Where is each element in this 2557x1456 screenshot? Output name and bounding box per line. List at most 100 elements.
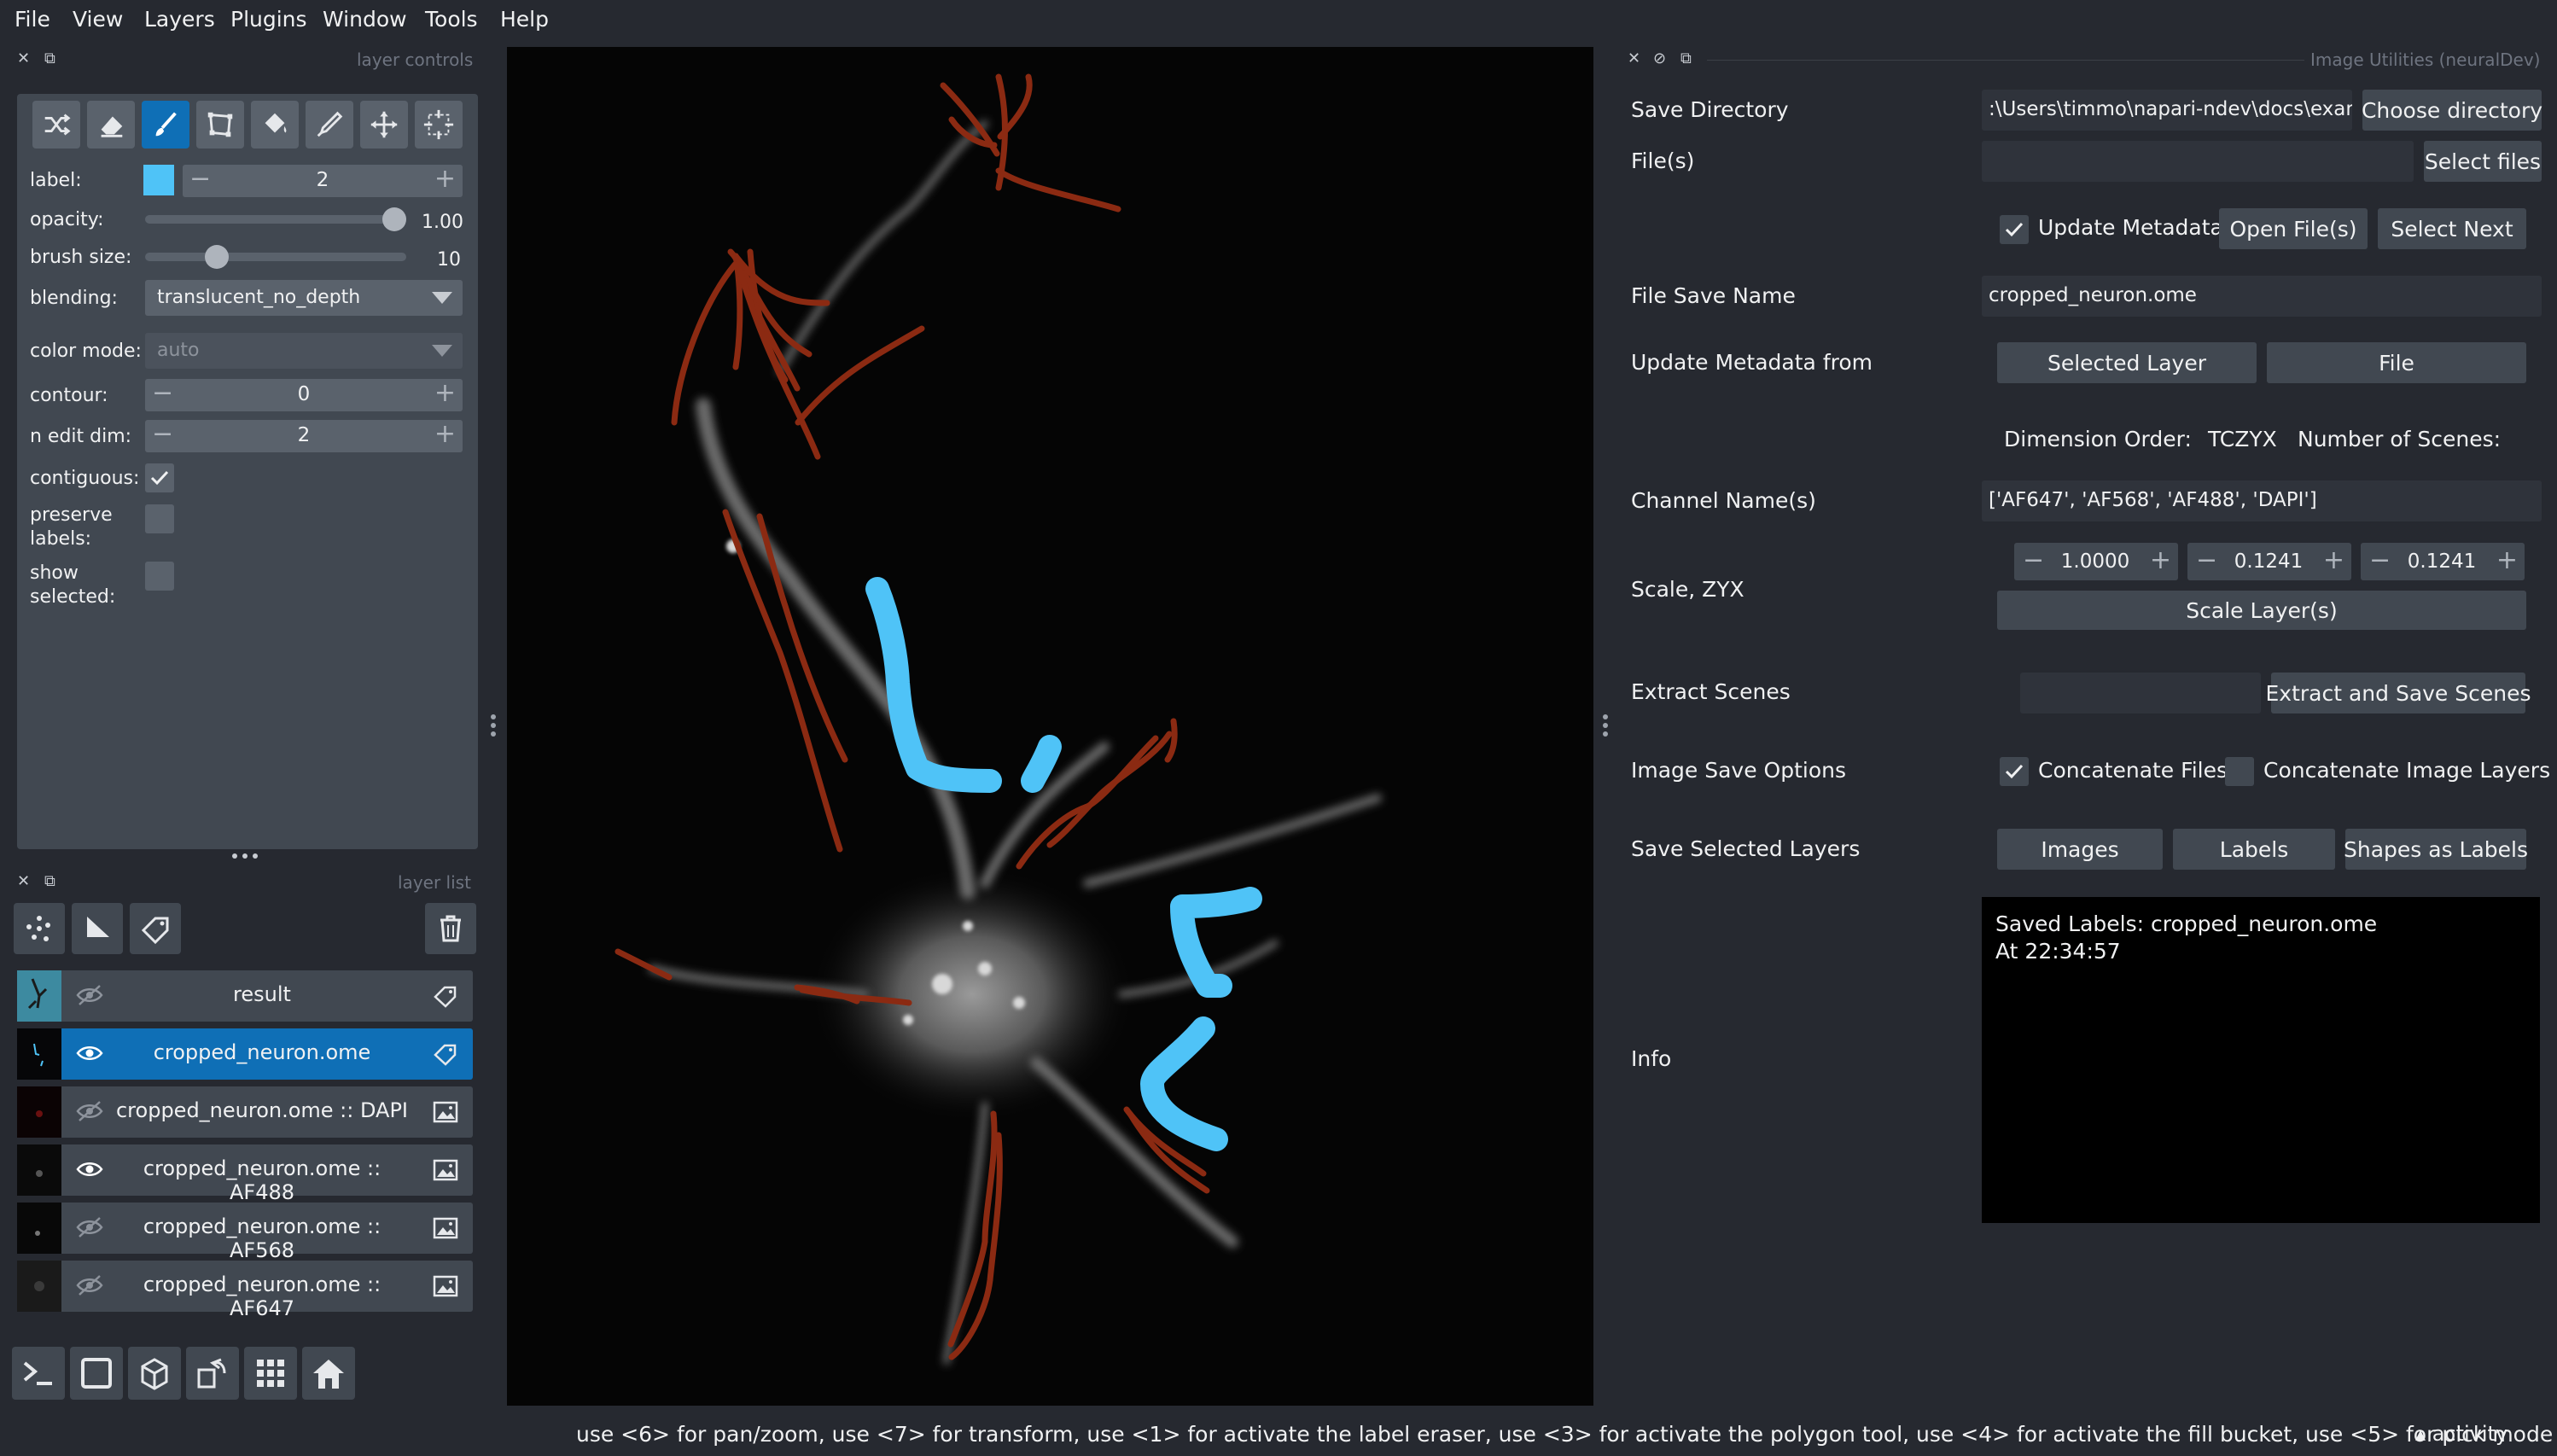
update-metadata-from-label: Update Metadata from [1631, 350, 1873, 375]
layer-row-af568[interactable]: cropped_neuron.ome :: AF568 [17, 1203, 473, 1262]
new-shapes-button[interactable] [72, 903, 123, 954]
transpose-button[interactable] [186, 1347, 239, 1400]
eye-open-icon[interactable] [75, 1040, 104, 1066]
dock-hide-icon[interactable]: ⊘ [1653, 50, 1666, 67]
minus-icon[interactable]: − [152, 420, 173, 449]
polygon-button[interactable] [196, 101, 244, 149]
new-labels-button[interactable] [130, 903, 181, 954]
new-points-button[interactable] [14, 903, 65, 954]
pan-zoom-button[interactable] [360, 101, 408, 149]
file-button[interactable]: File [2267, 342, 2526, 383]
select-next-button[interactable]: Select Next [2378, 208, 2526, 249]
shuffle-colors-button[interactable] [32, 101, 80, 149]
choose-directory-button[interactable]: Choose directory [2362, 90, 2542, 131]
console-button[interactable] [12, 1347, 65, 1400]
label-spinbox[interactable]: − 2 + [183, 165, 463, 197]
layer-row-dapi[interactable]: cropped_neuron.ome :: DAPI [17, 1086, 473, 1138]
plus-icon[interactable]: + [434, 420, 456, 449]
select-files-button[interactable]: Select files [2424, 141, 2542, 182]
update-metadata-checkbox[interactable] [2000, 215, 2029, 244]
selected-layer-button[interactable]: Selected Layer [1997, 342, 2257, 383]
color-mode-dropdown[interactable]: auto [145, 333, 463, 369]
info-text-box[interactable]: Saved Labels: cropped_neuron.ome At 22:3… [1982, 897, 2540, 1223]
eye-closed-icon[interactable] [75, 1098, 104, 1124]
minus-icon[interactable]: − [2369, 546, 2391, 575]
contiguous-checkbox[interactable] [145, 463, 174, 492]
concatenate-image-layers-checkbox[interactable] [2225, 757, 2254, 786]
eye-closed-icon[interactable] [75, 982, 104, 1008]
layer-row-af647[interactable]: cropped_neuron.ome :: AF647 [17, 1261, 473, 1320]
label-color-swatch[interactable] [143, 165, 174, 195]
activity-button[interactable]: ▴ activity [2415, 1422, 2507, 1446]
save-shapes-as-labels-button[interactable]: Shapes as Labels [2344, 829, 2528, 870]
scale-layers-button[interactable]: Scale Layer(s) [1997, 591, 2526, 630]
eraser-button[interactable] [87, 101, 135, 149]
save-selected-layers-label: Save Selected Layers [1631, 836, 1861, 861]
canvas-splitter-right[interactable] [1603, 711, 1610, 740]
concatenate-files-checkbox[interactable] [2000, 757, 2029, 786]
dock-float-icon[interactable]: ⧉ [44, 50, 55, 67]
layer-row-cropped-neuron[interactable]: cropped_neuron.ome [17, 1028, 473, 1080]
save-labels-button[interactable]: Labels [2173, 829, 2335, 870]
minus-icon[interactable]: − [152, 379, 173, 408]
dock-float-icon[interactable]: ⧉ [44, 872, 55, 890]
menu-file[interactable]: File [15, 7, 50, 32]
extract-scenes-field[interactable] [2020, 673, 2261, 713]
eye-open-icon[interactable] [75, 1156, 104, 1182]
channel-names-field[interactable]: ['AF647', 'AF568', 'AF488', 'DAPI'] [1982, 480, 2542, 521]
save-directory-field[interactable]: :\Users\timmo\napari-ndev\docs\examples [1982, 90, 2352, 131]
save-images-button[interactable]: Images [1997, 829, 2163, 870]
menu-view[interactable]: View [73, 7, 123, 32]
canvas-splitter-left[interactable] [491, 711, 498, 740]
layer-row-af488[interactable]: cropped_neuron.ome :: AF488 [17, 1144, 473, 1204]
scale-y-spinbox[interactable]: − 0.1241 + [2187, 543, 2351, 580]
menu-help[interactable]: Help [500, 7, 549, 32]
file-save-name-field[interactable]: cropped_neuron.ome [1982, 276, 2542, 317]
blending-dropdown[interactable]: translucent_no_depth [145, 280, 463, 316]
menu-window[interactable]: Window [323, 7, 407, 32]
home-button[interactable] [302, 1347, 355, 1400]
dock-close-icon[interactable]: ✕ [1628, 50, 1640, 67]
ndisplay-button[interactable] [70, 1347, 123, 1400]
plus-icon[interactable]: + [2496, 546, 2518, 575]
plus-icon[interactable]: + [2150, 546, 2171, 575]
fill-bucket-button[interactable] [251, 101, 299, 149]
minus-icon[interactable]: − [189, 165, 211, 194]
paintbrush-button[interactable] [142, 101, 189, 149]
menu-plugins[interactable]: Plugins [230, 7, 307, 32]
menu-layers[interactable]: Layers [144, 7, 215, 32]
opacity-slider-handle[interactable] [382, 207, 406, 231]
eye-closed-icon[interactable] [75, 1273, 104, 1298]
transform-button[interactable] [415, 101, 463, 149]
files-field[interactable] [1982, 141, 2414, 182]
menu-tools[interactable]: Tools [425, 7, 478, 32]
scale-x-spinbox[interactable]: − 0.1241 + [2361, 543, 2525, 580]
brush-size-slider[interactable] [145, 253, 406, 261]
brush-size-slider-handle[interactable] [204, 245, 229, 269]
layer-name: result [233, 982, 291, 1006]
n-edit-dim-spinbox[interactable]: − 2 + [145, 420, 463, 452]
plus-icon[interactable]: + [2323, 546, 2344, 575]
contour-spinbox[interactable]: − 0 + [145, 379, 463, 411]
roll-axes-button[interactable] [128, 1347, 181, 1400]
eye-closed-icon[interactable] [75, 1214, 104, 1240]
minus-icon[interactable]: − [2023, 546, 2044, 575]
dock-close-icon[interactable]: ✕ [17, 50, 30, 67]
scale-z-spinbox[interactable]: − 1.0000 + [2014, 543, 2178, 580]
show-selected-checkbox[interactable] [145, 562, 174, 591]
color-picker-button[interactable] [306, 101, 353, 149]
dock-splitter-handle[interactable] [232, 853, 258, 859]
dock-float-icon[interactable]: ⧉ [1680, 50, 1692, 67]
grid-button[interactable] [244, 1347, 297, 1400]
delete-layer-button[interactable] [425, 903, 476, 954]
minus-icon[interactable]: − [2196, 546, 2217, 575]
plus-icon[interactable]: + [434, 165, 456, 194]
open-files-button[interactable]: Open File(s) [2219, 208, 2368, 249]
extract-save-scenes-button[interactable]: Extract and Save Scenes [2265, 673, 2531, 713]
plus-icon[interactable]: + [434, 379, 456, 408]
preserve-labels-checkbox[interactable] [145, 504, 174, 533]
layer-row-result[interactable]: result [17, 970, 473, 1022]
viewer-canvas[interactable] [507, 47, 1593, 1406]
dock-close-icon[interactable]: ✕ [17, 872, 30, 890]
opacity-slider[interactable] [145, 215, 406, 224]
